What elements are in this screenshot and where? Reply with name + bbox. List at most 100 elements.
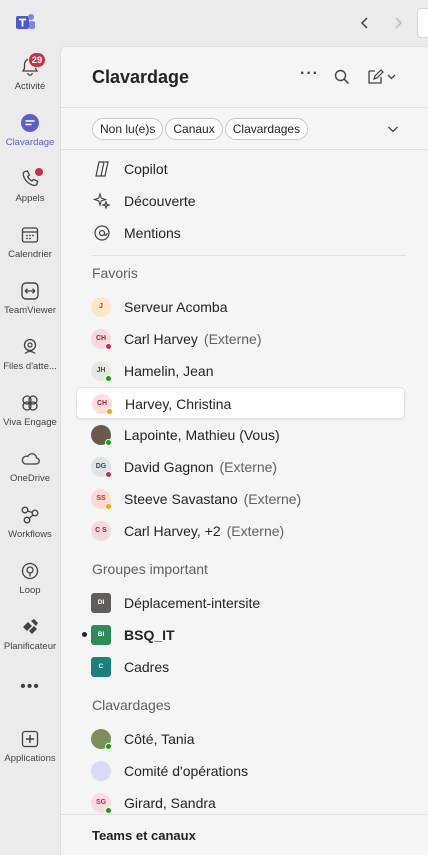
- rail-label-onedrive: OneDrive: [9, 473, 51, 484]
- teams-channels-footer[interactable]: Teams et canaux: [61, 814, 428, 855]
- rail-item-activity[interactable]: 29 Activité: [0, 52, 60, 108]
- filter-chips: Non lu(e)s Canaux Clavardages: [92, 118, 310, 142]
- chat-icon: [21, 114, 39, 132]
- more-apps-button[interactable]: •••: [0, 678, 60, 696]
- list-item-label: Girard, Sandra: [124, 795, 216, 811]
- list-item-copilot[interactable]: Copilot: [76, 153, 405, 185]
- contact-name: Cadres: [124, 659, 170, 675]
- chevron-down-icon[interactable]: [386, 122, 400, 136]
- list-item[interactable]: DI Déplacement-intersite: [76, 587, 405, 619]
- rail-item-workflows[interactable]: Workflows: [0, 504, 60, 556]
- list-item[interactable]: CH Harvey, Christina: [76, 387, 405, 419]
- list-item-label: Hamelin, Jean: [124, 363, 214, 379]
- external-tag: (Externe): [243, 491, 302, 507]
- rail-label-planner: Planificateur: [3, 641, 57, 652]
- rail-item-calendar[interactable]: Calendrier: [0, 224, 60, 276]
- presence-indicator: [105, 439, 112, 446]
- avatar: BI: [91, 625, 111, 645]
- teamviewer-icon: [21, 282, 39, 300]
- rail-item-loop[interactable]: Loop: [0, 560, 60, 612]
- section-header-clavardages[interactable]: Clavardages: [92, 697, 171, 713]
- external-tag: (Externe): [219, 459, 278, 475]
- filter-unread[interactable]: Non lu(e)s: [92, 118, 164, 140]
- chevron-right-icon: [395, 17, 403, 29]
- chat-list-panel: Clavardage ··· Non lu(e)s Canaux Clavardag…: [60, 46, 428, 855]
- contact-name: Serveur Acomba: [124, 299, 228, 315]
- list-item[interactable]: Côté, Tania: [76, 723, 405, 755]
- list-item[interactable]: J Serveur Acomba: [76, 291, 405, 323]
- more-options-button[interactable]: ···: [300, 65, 319, 85]
- avatar: [91, 761, 111, 781]
- new-chat-button[interactable]: [365, 67, 399, 87]
- chevron-left-icon: [360, 17, 368, 29]
- rail-label-viva-engage: Viva Engage: [3, 417, 57, 428]
- filter-chats[interactable]: Clavardages: [224, 118, 309, 140]
- at-sign-icon: [94, 225, 110, 241]
- rail-label-calendar: Calendrier: [8, 249, 52, 260]
- contact-name: BSQ_IT: [124, 627, 175, 643]
- app-rail: 29 Activité Clavardage Appels Calendrier…: [0, 46, 60, 855]
- title-bar: [0, 0, 428, 46]
- list-item[interactable]: C S Carl Harvey, +2 (Externe): [76, 515, 405, 547]
- list-item-label: Carl Harvey (Externe): [124, 331, 261, 347]
- copilot-icon: [95, 161, 109, 177]
- activity-badge: 29: [28, 52, 46, 68]
- add-apps-icon: [21, 730, 39, 748]
- presence-indicator: [105, 743, 112, 750]
- list-item[interactable]: DG David Gagnon (Externe): [76, 451, 405, 483]
- list-item[interactable]: Lapointe, Mathieu (Vous): [76, 419, 405, 451]
- queue-icon: [23, 338, 37, 355]
- rail-label-queues: Files d'atte...: [3, 361, 57, 372]
- list-item-mentions[interactable]: Mentions: [76, 217, 405, 249]
- list-item[interactable]: BI BSQ_IT: [76, 619, 405, 651]
- list-item-label: Mentions: [124, 225, 181, 241]
- rail-label-activity: Activité: [14, 81, 46, 92]
- presence-indicator: [105, 471, 112, 478]
- rail-item-planner[interactable]: Planificateur: [0, 616, 60, 668]
- filter-channels[interactable]: Canaux: [165, 118, 223, 140]
- forward-button[interactable]: [390, 13, 406, 33]
- list-item[interactable]: C Cadres: [76, 651, 405, 683]
- list-item[interactable]: SS Steeve Savastano (Externe): [76, 483, 405, 515]
- contact-name: Côté, Tania: [124, 731, 195, 747]
- list-item-label: Copilot: [124, 161, 168, 177]
- list-item-label: Comité d'opérations: [124, 763, 248, 779]
- rail-item-teamviewer[interactable]: TeamViewer: [0, 280, 60, 332]
- rail-item-onedrive[interactable]: OneDrive: [0, 448, 60, 500]
- rail-item-calls[interactable]: Appels: [0, 168, 60, 220]
- rail-item-chat[interactable]: Clavardage: [0, 112, 60, 164]
- loop-icon: [21, 562, 39, 580]
- contact-name: Lapointe, Mathieu (Vous): [124, 427, 280, 443]
- external-tag: (Externe): [226, 523, 285, 539]
- rail-label-workflows: Workflows: [8, 529, 52, 540]
- list-item-label: Harvey, Christina: [125, 396, 231, 412]
- external-tag: (Externe): [203, 331, 262, 347]
- list-item[interactable]: JH Hamelin, Jean: [76, 355, 405, 387]
- calls-notification-dot: [35, 168, 43, 176]
- onedrive-icon: [21, 453, 40, 465]
- viva-engage-icon: [22, 395, 38, 411]
- list-item-label: Carl Harvey, +2 (Externe): [124, 523, 284, 539]
- list-item-label: Steeve Savastano (Externe): [124, 491, 301, 507]
- list-item-label: Lapointe, Mathieu (Vous): [124, 427, 280, 443]
- workflows-icon: [21, 506, 39, 524]
- rail-item-viva-engage[interactable]: Viva Engage: [0, 392, 60, 444]
- search-button[interactable]: [333, 67, 351, 87]
- list-item[interactable]: Comité d'opérations: [76, 755, 405, 787]
- presence-indicator: [105, 807, 112, 814]
- contact-name: Carl Harvey, +2: [124, 523, 221, 539]
- back-button[interactable]: [357, 13, 373, 33]
- contact-name: Girard, Sandra: [124, 795, 216, 811]
- rail-item-applications[interactable]: Applications: [0, 728, 60, 780]
- contact-name: Comité d'opérations: [124, 763, 249, 779]
- rail-label-applications: Applications: [4, 753, 56, 764]
- presence-indicator: [105, 503, 112, 510]
- presence-indicator: [105, 343, 112, 350]
- list-item[interactable]: CH Carl Harvey (Externe): [76, 323, 405, 355]
- rail-item-queues[interactable]: Files d'atte...: [0, 336, 60, 388]
- section-header-favoris[interactable]: Favoris: [92, 265, 138, 281]
- presence-indicator: [105, 375, 112, 382]
- section-header-groupes[interactable]: Groupes important: [92, 561, 208, 577]
- global-search-box[interactable]: [417, 8, 428, 38]
- list-item-discover[interactable]: Découverte: [76, 185, 405, 217]
